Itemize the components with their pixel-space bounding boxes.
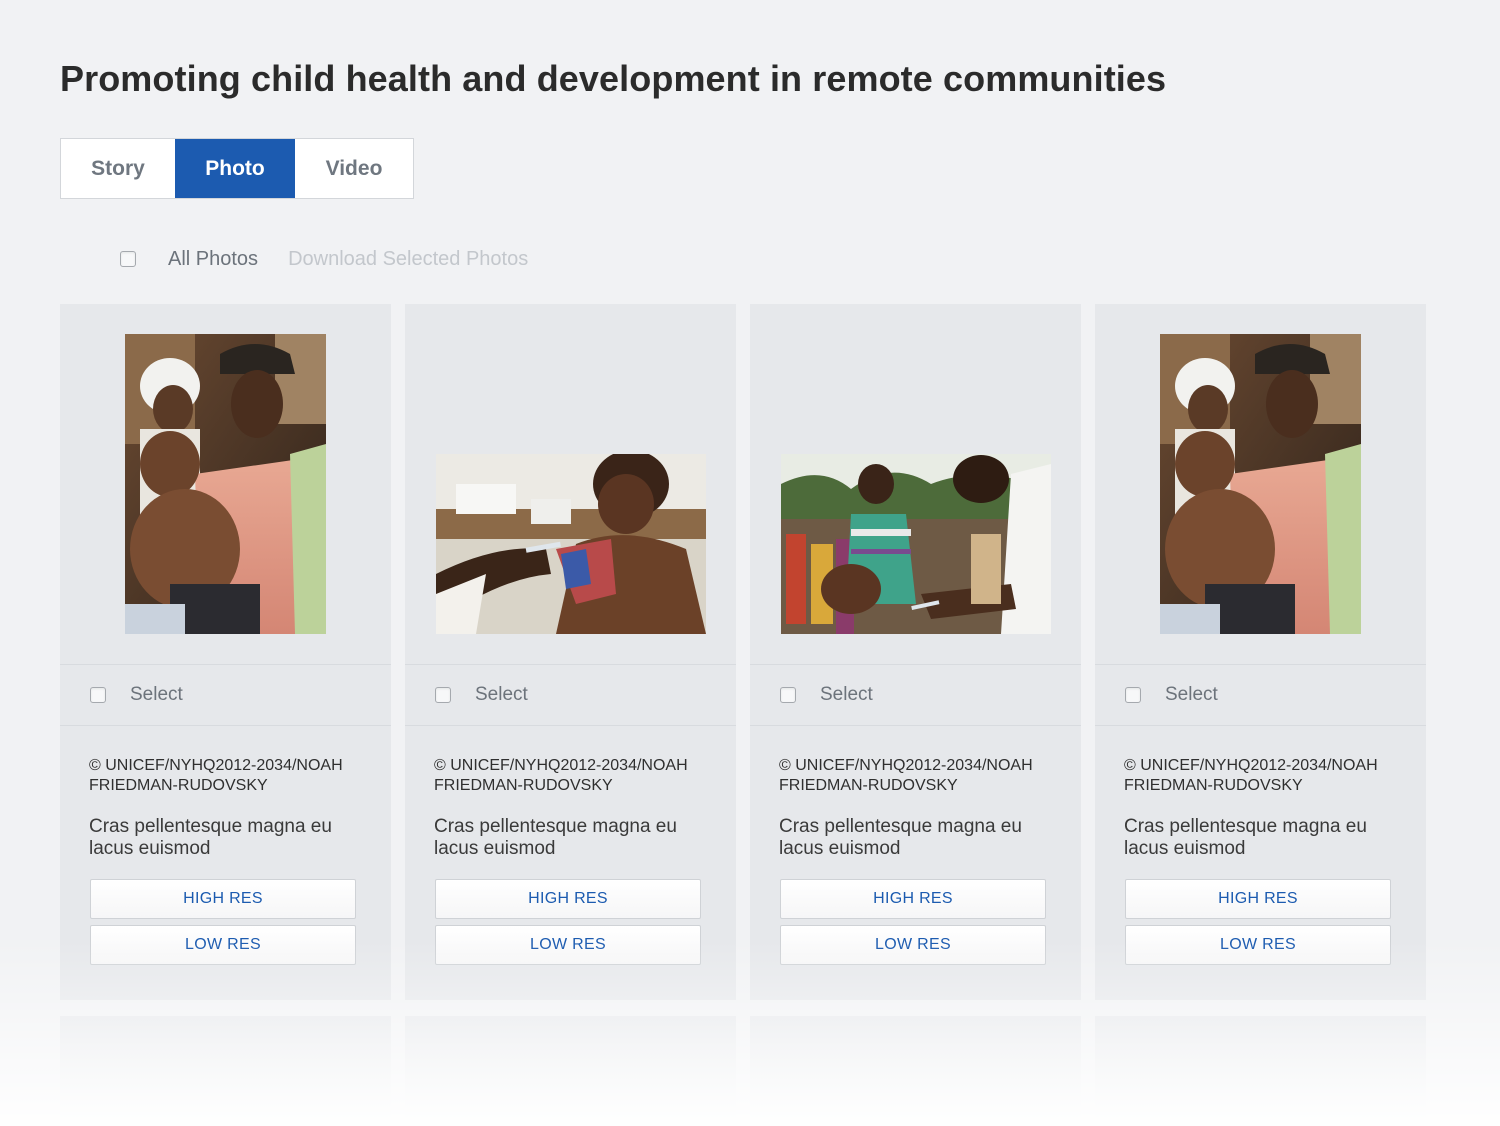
download-selected-link[interactable]: Download Selected Photos	[288, 248, 528, 271]
all-photos-label[interactable]: All Photos	[168, 248, 258, 271]
select-checkbox[interactable]	[435, 687, 451, 703]
photo-credit: © UNICEF/NYHQ2012-2034/NOAH FRIEDMAN-RUD…	[89, 757, 343, 794]
select-label[interactable]: Select	[130, 684, 183, 706]
select-row: Select	[1095, 665, 1426, 726]
select-checkbox[interactable]	[90, 687, 106, 703]
view-tabs: Story Photo Video	[60, 138, 414, 199]
select-all-toolbar: All Photos Download Selected Photos	[120, 246, 528, 272]
tab-photo[interactable]: Photo	[175, 139, 295, 198]
photo-credit: © UNICEF/NYHQ2012-2034/NOAH FRIEDMAN-RUD…	[434, 757, 688, 794]
photo-frame	[750, 304, 1081, 665]
select-label[interactable]: Select	[475, 684, 528, 706]
outdoor-vaccination-photo[interactable]	[780, 454, 1051, 634]
select-label[interactable]: Select	[1165, 684, 1218, 706]
high-res-button[interactable]: HIGH RES	[435, 879, 701, 919]
child-vaccination-photo[interactable]	[435, 454, 706, 634]
photo-credit: © UNICEF/NYHQ2012-2034/NOAH FRIEDMAN-RUD…	[1124, 757, 1378, 794]
photo-frame	[1095, 304, 1426, 665]
photo-frame	[60, 304, 391, 665]
mother-and-baby-photo[interactable]	[1160, 334, 1361, 634]
low-res-button[interactable]: LOW RES	[435, 925, 701, 965]
photo-caption: Cras pellentesque magna eu lacus euismod	[89, 816, 332, 859]
photo-credit: © UNICEF/NYHQ2012-2034/NOAH FRIEDMAN-RUD…	[779, 757, 1033, 794]
photo-card: Select © UNICEF/NYHQ2012-2034/NOAH FRIED…	[405, 304, 736, 1000]
select-checkbox[interactable]	[1125, 687, 1141, 703]
tab-story[interactable]: Story	[61, 139, 175, 198]
select-checkbox[interactable]	[780, 687, 796, 703]
photo-card: Select © UNICEF/NYHQ2012-2034/NOAH FRIED…	[60, 304, 391, 1000]
low-res-button[interactable]: LOW RES	[780, 925, 1046, 965]
photo-caption: Cras pellentesque magna eu lacus euismod	[1124, 816, 1367, 859]
photo-caption: Cras pellentesque magna eu lacus euismod	[779, 816, 1022, 859]
photo-card-placeholder	[405, 1016, 736, 1126]
select-row: Select	[405, 665, 736, 726]
page-title: Promoting child health and development i…	[60, 58, 1167, 99]
all-photos-checkbox[interactable]	[120, 251, 136, 267]
mother-and-baby-photo[interactable]	[125, 334, 326, 634]
photo-card-placeholder	[1095, 1016, 1426, 1126]
photo-card: Select © UNICEF/NYHQ2012-2034/NOAH FRIED…	[1095, 304, 1426, 1000]
photo-card-placeholder	[750, 1016, 1081, 1126]
low-res-button[interactable]: LOW RES	[1125, 925, 1391, 965]
photo-grid: Select © UNICEF/NYHQ2012-2034/NOAH FRIED…	[60, 304, 1426, 1000]
next-row-cards	[60, 1016, 1426, 1126]
photo-card-placeholder	[60, 1016, 391, 1126]
select-row: Select	[750, 665, 1081, 726]
photo-caption: Cras pellentesque magna eu lacus euismod	[434, 816, 677, 859]
low-res-button[interactable]: LOW RES	[90, 925, 356, 965]
select-row: Select	[60, 665, 391, 726]
photo-frame	[405, 304, 736, 665]
select-label[interactable]: Select	[820, 684, 873, 706]
high-res-button[interactable]: HIGH RES	[1125, 879, 1391, 919]
tab-video[interactable]: Video	[295, 139, 413, 198]
high-res-button[interactable]: HIGH RES	[780, 879, 1046, 919]
high-res-button[interactable]: HIGH RES	[90, 879, 356, 919]
photo-card: Select © UNICEF/NYHQ2012-2034/NOAH FRIED…	[750, 304, 1081, 1000]
